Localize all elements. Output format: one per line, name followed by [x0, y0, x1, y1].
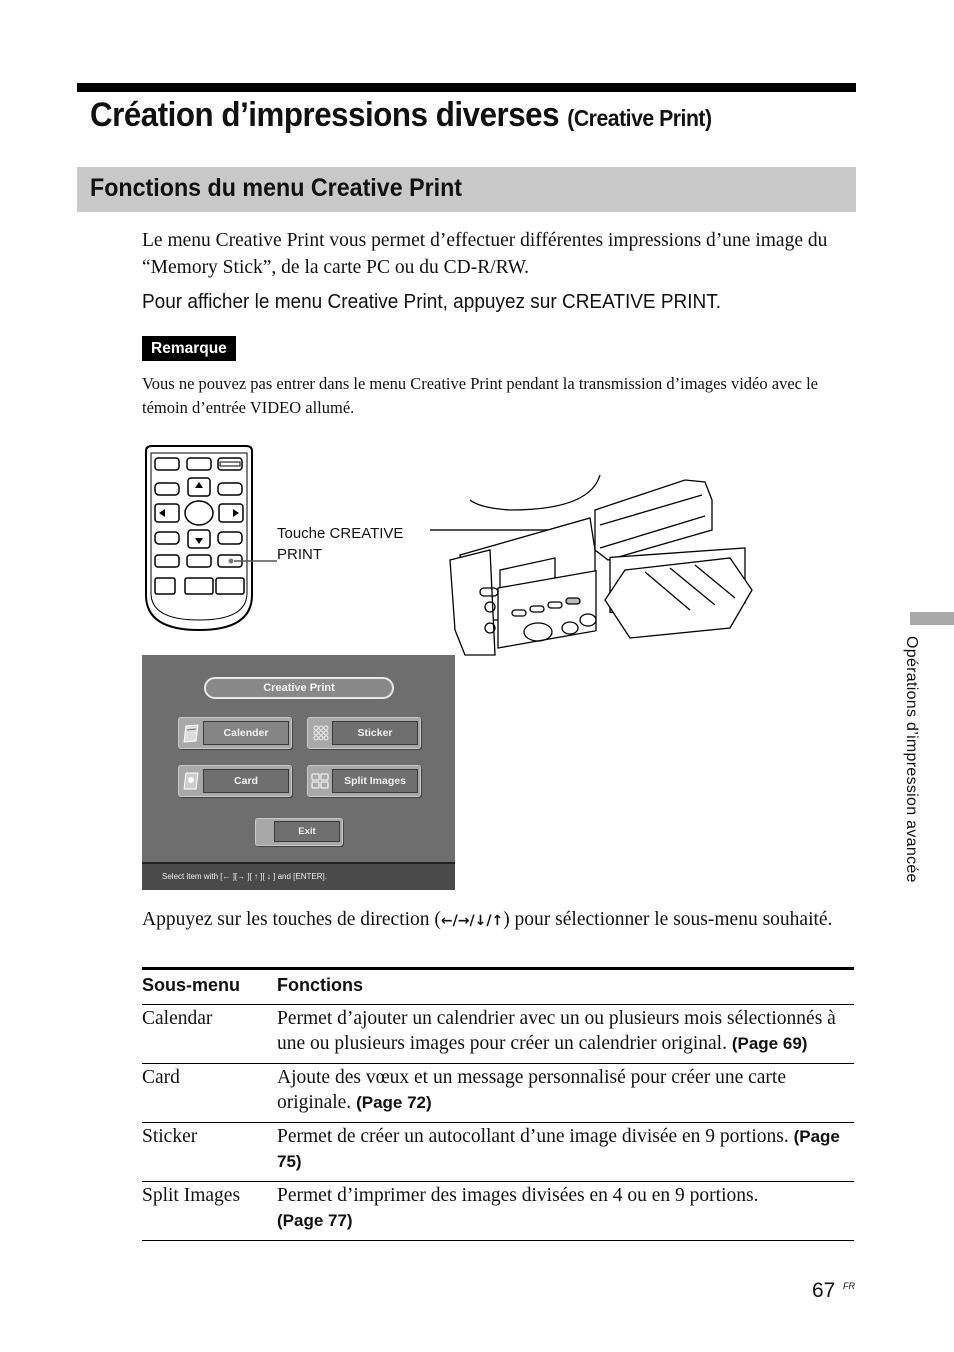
page-language: FR [843, 1281, 855, 1291]
creative-print-callout: Touche CREATIVE PRINT [277, 523, 403, 565]
direction-text-before: Appuyez sur les touches de direction ( [142, 909, 441, 930]
page-title-sub: (Creative Print) [567, 105, 712, 131]
screen-title: Creative Print [204, 677, 394, 699]
column-header-submenu: Sous-menu [142, 967, 277, 1005]
submenu-description: Permet d’imprimer des images divisées en… [277, 1181, 854, 1241]
intro-paragraph: Le menu Creative Print vous permet d’eff… [142, 230, 828, 278]
calender-label: Calender [203, 721, 289, 745]
card-menu-button[interactable]: Card [178, 765, 292, 797]
callout-line: Touche CREATIVE [277, 525, 404, 542]
note-text: Vous ne pouvez pas entrer dans le menu C… [142, 374, 819, 417]
remote-button [217, 457, 243, 471]
screen-status-bar: Select item with [← ][→ ][ ↑ ][ ↓ ] and … [142, 862, 455, 890]
submenu-name: Split Images [142, 1181, 277, 1241]
submenu-description: Ajoute des vœux et un message personnali… [277, 1063, 854, 1123]
table-header-row: Sous-menu Fonctions [142, 967, 854, 1005]
page-number: 67 [812, 1279, 836, 1302]
page-title: Création d’impressions diverses (Creativ… [90, 96, 712, 135]
page-reference: (Page 69) [731, 1033, 808, 1053]
submenu-name: Card [142, 1063, 277, 1123]
left-arrow-button [154, 503, 180, 523]
direction-text-after: ) pour sélectionner le sous-menu souhait… [503, 909, 833, 930]
submenu-name: Sticker [142, 1122, 277, 1182]
direction-arrows-icon: ←/→/↓/↑ [440, 913, 504, 929]
title-rule [77, 83, 856, 92]
sticker-label: Sticker [332, 721, 418, 745]
calender-menu-button[interactable]: Calender [178, 717, 292, 749]
exit-label: Exit [274, 821, 340, 842]
direction-instruction: Appuyez sur les touches de direction (←/… [142, 906, 854, 935]
split-images-menu-button[interactable]: Split Images [307, 765, 421, 797]
split-images-label: Split Images [332, 769, 418, 793]
creative-print-screen: Creative Print Calender Sticker Card Spl… [142, 655, 455, 890]
card-label: Card [203, 769, 289, 793]
submenu-description: Permet d’ajouter un calendrier avec un o… [277, 1004, 854, 1064]
table-row: Calendar Permet d’ajouter un calendrier … [142, 1004, 854, 1064]
table-row: Card Ajoute des vœux et un message perso… [142, 1063, 854, 1123]
remote-control-illustration [145, 445, 277, 632]
chapter-tab-label: Opérations d’impression avancée [903, 636, 920, 883]
instruction-step: Pour afficher le menu Creative Print, ap… [142, 291, 722, 313]
sticker-icon [313, 725, 329, 741]
exit-button[interactable]: Exit [255, 818, 343, 846]
section-title: Fonctions du menu Creative Print [90, 174, 463, 202]
remote-button [186, 457, 212, 471]
chapter-tab-marker [910, 612, 954, 625]
submenu-name: Calendar [142, 1004, 277, 1064]
page-title-main: Création d’impressions diverses [90, 96, 560, 134]
split-images-icon [311, 773, 329, 789]
printer-illustration [430, 474, 753, 656]
page-reference: (Page 77) [277, 1210, 353, 1230]
page-reference: (Page 72) [356, 1092, 432, 1112]
card-icon [183, 772, 199, 790]
table-row: Split Images Permet d’imprimer des image… [142, 1181, 854, 1241]
calendar-icon [183, 724, 199, 743]
sticker-menu-button[interactable]: Sticker [307, 717, 421, 749]
callout-line: PRINT [277, 546, 322, 563]
remote-button [154, 457, 180, 471]
enter-button [184, 500, 214, 526]
submenu-table: Sous-menu Fonctions Calendar Permet d’aj… [142, 967, 854, 1241]
right-arrow-button [218, 503, 244, 523]
table-row: Sticker Permet de créer un autocollant d… [142, 1122, 854, 1182]
note-label: Remarque [142, 336, 236, 361]
submenu-description: Permet de créer un autocollant d’une ima… [277, 1122, 854, 1182]
column-header-functions: Fonctions [277, 967, 854, 1005]
